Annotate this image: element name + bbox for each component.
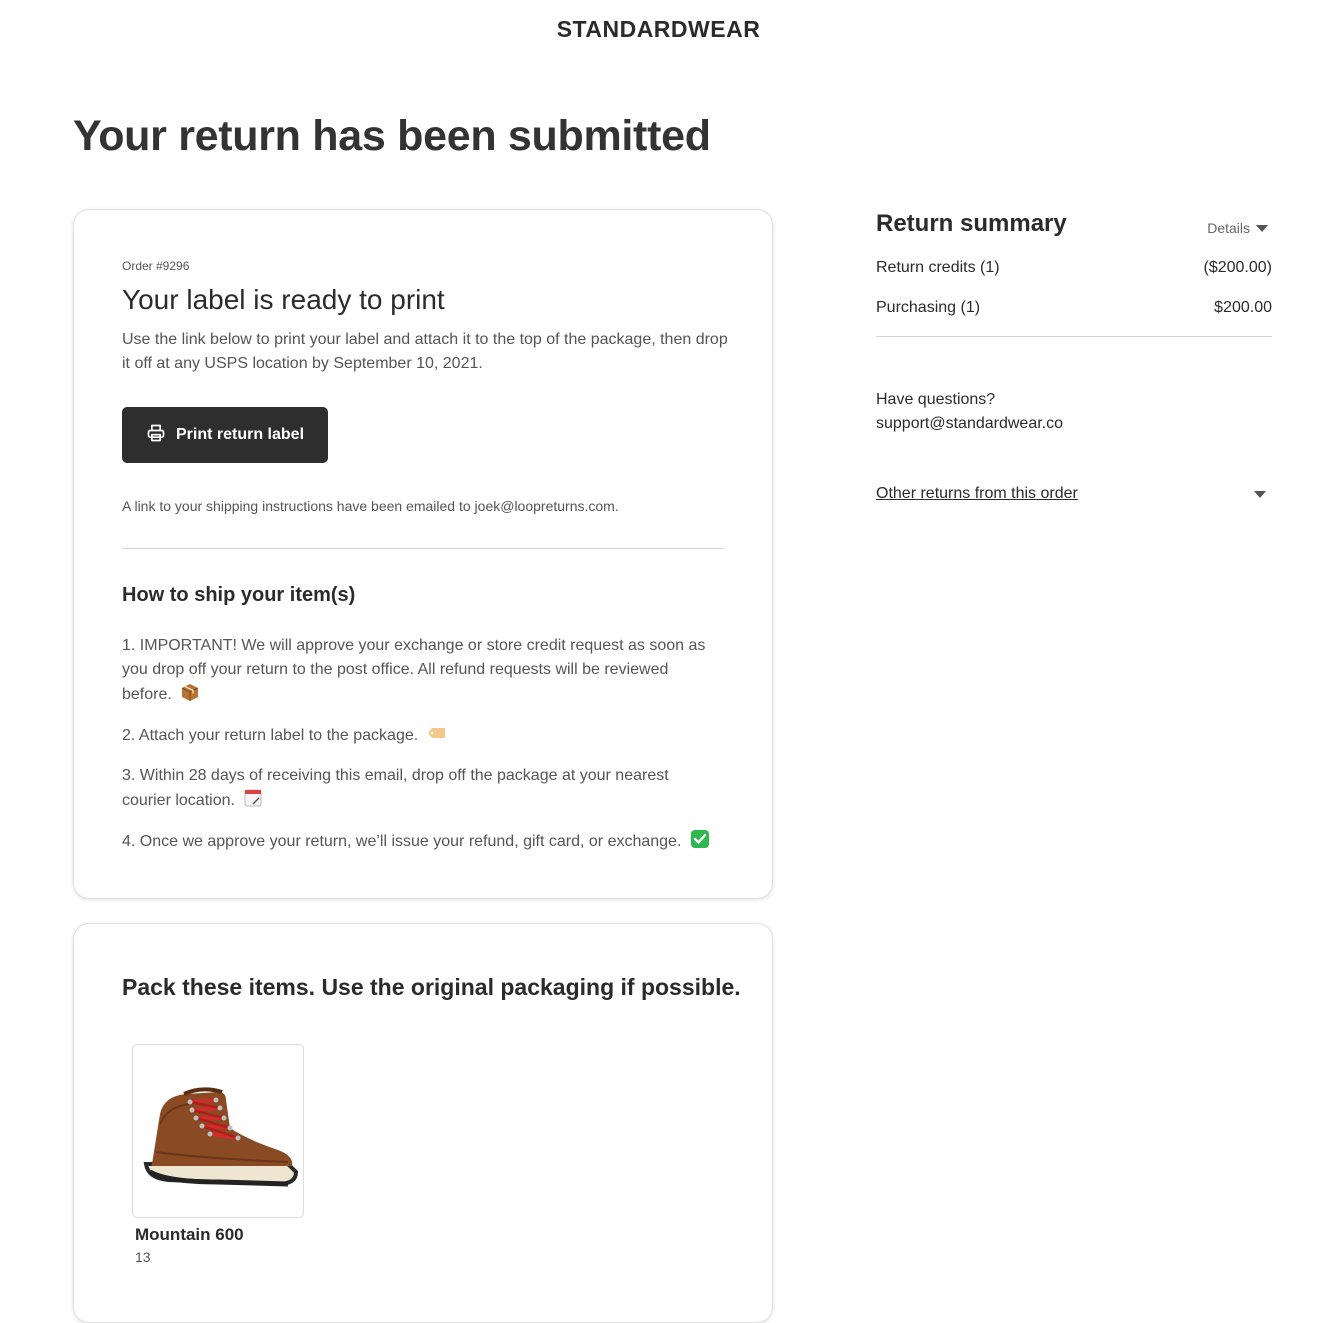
print-return-label-button[interactable]: Print return label (122, 407, 328, 463)
product-thumbnail[interactable] (132, 1044, 304, 1218)
details-toggle[interactable]: Details (1207, 220, 1268, 236)
chevron-down-icon (1254, 490, 1266, 498)
other-returns-toggle[interactable]: Other returns from this order (876, 485, 1272, 503)
hiking-boot-image (143, 1087, 298, 1187)
label-card: Order #9296 Your label is ready to print… (73, 209, 773, 899)
label-tag-emoji-icon (427, 723, 447, 743)
check-mark-emoji-icon (690, 829, 710, 849)
support-email[interactable]: support@standardwear.co (876, 412, 1063, 436)
shipping-steps: 1. IMPORTANT! We will approve your excha… (122, 634, 722, 870)
summary-row-return-credits: Return credits (1) ($200.00) (876, 259, 1272, 277)
questions-label: Have questions? (876, 391, 996, 408)
pack-heading: Pack these items. Use the original packa… (122, 974, 741, 1000)
chevron-down-icon (1256, 224, 1268, 232)
package-emoji-icon (180, 682, 200, 702)
email-note: A link to your shipping instructions hav… (122, 498, 619, 514)
print-button-label: Print return label (175, 426, 305, 443)
summary-row-value: ($200.00) (1203, 259, 1273, 276)
step-item: 4. Once we approve your return, we’ll is… (122, 829, 722, 854)
ship-heading: How to ship your item(s) (122, 584, 356, 606)
calendar-emoji-icon (243, 788, 263, 808)
order-number: Order #9296 (122, 259, 190, 273)
summary-row-label: Return credits (1) (876, 259, 1000, 276)
page-title: Your return has been submitted (73, 112, 711, 160)
step-item: 3. Within 28 days of receiving this emai… (122, 767, 669, 809)
label-heading: Your label is ready to print (122, 284, 445, 315)
label-description: Use the link below to print your label a… (122, 331, 728, 372)
brand-logo: STANDARDWEAR (556, 16, 761, 42)
product-size: 13 (135, 1249, 151, 1265)
other-returns-link[interactable]: Other returns from this order (876, 485, 1078, 503)
summary-row-label: Purchasing (1) (876, 299, 981, 316)
divider (122, 548, 724, 549)
step-item: 1. IMPORTANT! We will approve your excha… (122, 637, 706, 703)
questions-block: Have questions? support@standardwear.co (876, 388, 1063, 436)
summary-row-purchasing: Purchasing (1) $200.00 (876, 299, 1272, 317)
printer-icon (146, 423, 166, 448)
pack-items-card: Pack these items. Use the original packa… (73, 923, 773, 1323)
summary-title: Return summary (876, 210, 1067, 237)
summary-row-value: $200.00 (1214, 299, 1272, 316)
step-item: 2. Attach your return label to the packa… (122, 723, 722, 748)
details-label: Details (1207, 220, 1250, 236)
summary-divider (876, 336, 1272, 337)
product-name: Mountain 600 (135, 1225, 244, 1244)
